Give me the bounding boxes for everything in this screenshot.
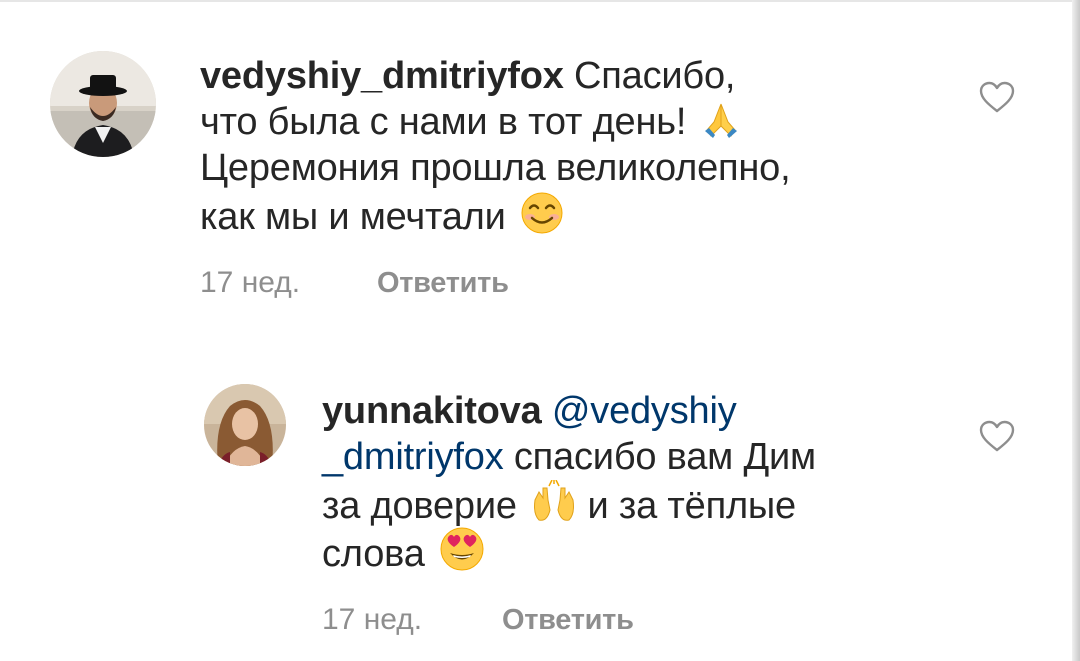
comment-2-reply-button[interactable]: Ответить [502,604,634,637]
comment-2-line-2: за доверие [322,485,517,527]
avatar-image [50,51,156,157]
comment-2-line-4: слова [322,533,425,575]
comment-1-time: 17 нед. [200,266,301,299]
comment-1-line-2: что была с нами в тот день! [200,101,687,143]
comment-1-username[interactable]: vedyshiy_dmitriyfox [200,55,564,97]
heart-eyes-face-emoji-icon [439,526,485,583]
screen-edge [1072,0,1080,661]
top-divider [0,0,1080,2]
comment-2-line-1: спасибо вам Дим [513,436,816,478]
comment-2-time: 17 нед. [322,603,423,636]
comment-1-text: vedyshiy_dmitriyfox Спасибо, что была с … [200,53,791,238]
comment-2-mention-cont[interactable]: _dmitriyfox [322,436,504,478]
comment-2-text: yunnakitova @vedyshiy _dmitriyfox спасиб… [322,388,816,575]
comment-2-mention[interactable]: @vedyshiy [552,390,737,432]
comment-2-like-heart-icon[interactable] [978,419,1016,458]
comment-1-line-3: Церемония прошла великолепно, [200,147,791,189]
raising-hands-emoji-icon [531,479,577,535]
comment-1-reply-button[interactable]: Ответить [377,267,509,300]
folded-hands-emoji-icon [701,100,741,151]
comment-1-like-heart-icon[interactable] [978,80,1016,119]
smiling-face-emoji-icon [520,191,564,246]
comment-1-line-4: как мы и мечтали [200,196,506,238]
comment-1-line-1: Спасибо, [574,55,736,97]
avatar-vedyshiy[interactable] [50,51,156,157]
avatar-image [204,384,286,466]
comment-2-username[interactable]: yunnakitova [322,390,542,432]
comment-2-line-3: и за тёплые [587,485,797,527]
avatar-yunnakitova[interactable] [204,384,286,466]
